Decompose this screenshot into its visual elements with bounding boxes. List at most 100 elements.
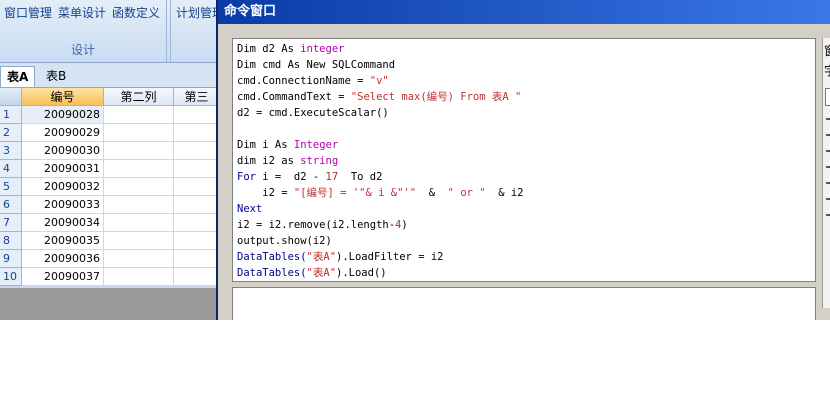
code-line-8: For i = d2 - 17 To d2 bbox=[237, 171, 382, 183]
code-token: cmd.CommandText = bbox=[237, 91, 351, 103]
code-line-12: output.show(i2) bbox=[237, 235, 332, 247]
side-tab-field[interactable]: 字 bbox=[824, 62, 830, 79]
code-line-4: cmd.CommandText = "Select max(编号) From 表… bbox=[237, 91, 521, 103]
id-cell[interactable]: 20090028 bbox=[22, 106, 104, 124]
grid-cell[interactable] bbox=[104, 178, 174, 196]
column-header-second[interactable]: 第二列 bbox=[104, 88, 174, 106]
grid-cell[interactable] bbox=[104, 106, 174, 124]
column-header-third[interactable]: 第三 bbox=[174, 88, 220, 106]
side-tab-window[interactable]: 窗 bbox=[824, 42, 830, 59]
row-number[interactable]: 3 bbox=[0, 142, 22, 160]
code-line-3: cmd.ConnectionName = "v" bbox=[237, 75, 389, 87]
grid-cell[interactable] bbox=[174, 106, 220, 124]
row-number[interactable]: 10 bbox=[0, 268, 22, 286]
code-line-10: Next bbox=[237, 203, 263, 215]
code-token: Integer bbox=[293, 139, 339, 151]
row-number[interactable]: 7 bbox=[0, 214, 22, 232]
code-line-5: d2 = cmd.ExecuteScalar() bbox=[237, 107, 389, 119]
code-token: dim i2 as bbox=[237, 155, 301, 167]
output-pane[interactable] bbox=[232, 287, 816, 320]
row-number[interactable]: 9 bbox=[0, 250, 22, 268]
id-cell[interactable]: 20090032 bbox=[22, 178, 104, 196]
ribbon-group-label: 设计 bbox=[70, 43, 95, 57]
side-tick-mark bbox=[826, 118, 830, 120]
id-cell[interactable]: 20090034 bbox=[22, 214, 104, 232]
code-line-6: Dim i As Integer bbox=[237, 139, 338, 151]
code-token: "表A" bbox=[306, 267, 337, 279]
id-cell[interactable]: 20090029 bbox=[22, 124, 104, 142]
code-line-14: DataTables("表A").Load() bbox=[237, 267, 387, 279]
tab-table-a[interactable]: 表A bbox=[0, 66, 36, 87]
grid-cell[interactable] bbox=[104, 142, 174, 160]
grid-cell[interactable] bbox=[104, 268, 174, 286]
command-window: 命令窗口 Dim d2 As integer Dim cmd As New SQ… bbox=[216, 0, 830, 320]
code-token: To d2 bbox=[338, 171, 383, 183]
grid-empty-area bbox=[0, 288, 220, 320]
code-token: "[编号] = '"& i &"'" bbox=[293, 187, 417, 199]
row-number[interactable]: 8 bbox=[0, 232, 22, 250]
grid-cell[interactable] bbox=[174, 214, 220, 232]
code-token: DataTables( bbox=[237, 251, 307, 263]
grid-cell[interactable] bbox=[104, 160, 174, 178]
row-number[interactable]: 2 bbox=[0, 124, 22, 142]
grid-cell[interactable] bbox=[104, 196, 174, 214]
code-editor[interactable]: Dim d2 As integer Dim cmd As New SQLComm… bbox=[232, 38, 816, 282]
code-line-11: i2 = i2.remove(i2.length-4) bbox=[237, 219, 408, 231]
row-number[interactable]: 4 bbox=[0, 160, 22, 178]
code-token: "Select max(编号) From 表A " bbox=[350, 91, 522, 103]
code-token: i = d2 - bbox=[255, 171, 326, 183]
code-token: ).LoadFilter = i2 bbox=[336, 251, 444, 263]
grid-cell[interactable] bbox=[104, 214, 174, 232]
command-window-title[interactable]: 命令窗口 bbox=[218, 0, 830, 24]
id-cell[interactable]: 20090033 bbox=[22, 196, 104, 214]
ribbon-item-window-management[interactable]: 窗口管理 bbox=[4, 6, 52, 20]
side-input-box[interactable] bbox=[825, 88, 830, 106]
code-token: i2 = bbox=[237, 187, 294, 199]
grid-cell[interactable] bbox=[174, 124, 220, 142]
application-window: 窗口管理 菜单设计 函数定义 设计 计划管理 表A 表B 编号 第二列 第三 1 2… bbox=[0, 0, 830, 320]
grid-cell[interactable] bbox=[174, 142, 220, 160]
code-line-13: DataTables("表A").LoadFilter = i2 bbox=[237, 251, 443, 263]
ribbon-item-function-definition[interactable]: 函数定义 bbox=[112, 6, 160, 20]
row-number[interactable]: 1 bbox=[0, 106, 22, 124]
row-number[interactable]: 6 bbox=[0, 196, 22, 214]
code-token: i2 = i2.remove(i2.length- bbox=[237, 219, 396, 231]
id-cell[interactable]: 20090037 bbox=[22, 268, 104, 286]
id-cell[interactable]: 20090036 bbox=[22, 250, 104, 268]
tab-table-b[interactable]: 表B bbox=[40, 66, 72, 86]
grid-cell[interactable] bbox=[174, 196, 220, 214]
grid-cell[interactable] bbox=[174, 160, 220, 178]
code-token: 17 bbox=[325, 171, 339, 183]
code-token: " or " bbox=[447, 187, 486, 199]
code-token: & i2 bbox=[485, 187, 524, 199]
code-token: string bbox=[300, 155, 339, 167]
side-tick-mark bbox=[826, 134, 830, 136]
grid-cell[interactable] bbox=[104, 250, 174, 268]
grid-cell[interactable] bbox=[104, 124, 174, 142]
grid-cell[interactable] bbox=[174, 268, 220, 286]
id-cell[interactable]: 20090030 bbox=[22, 142, 104, 160]
code-token: Dim d2 As bbox=[237, 43, 301, 55]
code-token: integer bbox=[300, 43, 345, 55]
grid-cell[interactable] bbox=[104, 232, 174, 250]
id-cell[interactable]: 20090031 bbox=[22, 160, 104, 178]
side-tick-mark bbox=[826, 150, 830, 152]
column-header-id[interactable]: 编号 bbox=[22, 88, 104, 106]
code-token: DataTables( bbox=[237, 267, 307, 279]
code-line-9: i2 = "[编号] = '"& i &"'" & " or " & i2 bbox=[237, 187, 524, 199]
side-tick-mark bbox=[826, 198, 830, 200]
grid-cell[interactable] bbox=[174, 232, 220, 250]
grid-cell[interactable] bbox=[174, 178, 220, 196]
sheet-tab-bar: 表A 表B bbox=[0, 63, 220, 88]
code-token: ).Load() bbox=[336, 267, 387, 279]
grid-cell[interactable] bbox=[174, 250, 220, 268]
code-token: For bbox=[237, 171, 256, 183]
row-number[interactable]: 5 bbox=[0, 178, 22, 196]
id-cell[interactable]: 20090035 bbox=[22, 232, 104, 250]
code-line-2: Dim cmd As New SQLCommand bbox=[237, 59, 396, 71]
code-token: "v" bbox=[369, 75, 389, 87]
code-line-1: Dim d2 As integer bbox=[237, 43, 344, 55]
ribbon-item-menu-design[interactable]: 菜单设计 bbox=[58, 6, 106, 20]
grid-corner[interactable] bbox=[0, 88, 22, 106]
side-tick-mark bbox=[826, 214, 830, 216]
